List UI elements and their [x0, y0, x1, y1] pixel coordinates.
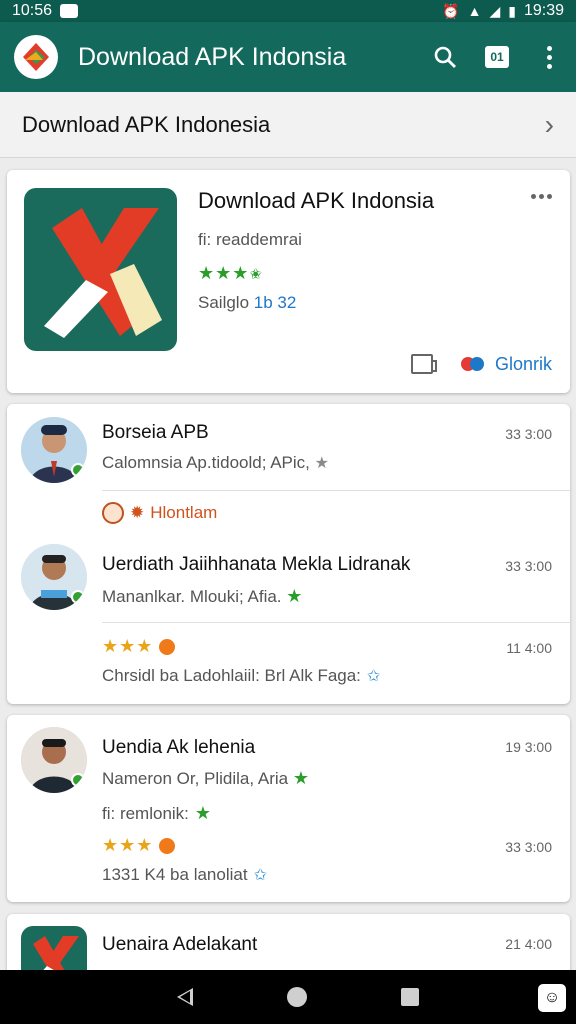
list-item-time: 33 3:00 — [505, 839, 552, 855]
list-item-time: 21 4:00 — [505, 936, 552, 952]
star-icon: ★ — [194, 803, 212, 823]
more-options-icon[interactable] — [536, 44, 562, 70]
message-notification-icon — [60, 4, 79, 18]
list-item-time: 33 3:00 — [505, 558, 552, 574]
list-item[interactable]: Uendia Ak lehenia Nameron Or, Plidila, A… — [7, 715, 570, 805]
back-icon[interactable] — [177, 988, 193, 1006]
app-drawer-icon[interactable]: 01 — [484, 44, 510, 70]
featured-rating-stars: ★★★✬ — [198, 263, 263, 283]
tag-icon — [102, 502, 124, 524]
status-time-right: 19:39 — [523, 2, 564, 19]
app-bar-title: Download APK Indonsia — [78, 42, 347, 71]
list-item-time: 19 3:00 — [505, 739, 552, 755]
avatar — [21, 417, 87, 483]
list-item-meta: Chrsidl ba Ladohlaiil: Brl Alk Faga: ✩ — [102, 666, 381, 685]
star-icon: ★ — [292, 768, 310, 788]
download-logo-icon — [460, 353, 485, 375]
avatar — [21, 544, 87, 610]
download-button-label: Glonrik — [494, 353, 552, 374]
app-list-card-2: Uendia Ak lehenia Nameron Or, Plidila, A… — [7, 715, 570, 902]
chevron-right-icon: › — [544, 108, 554, 140]
wifi-icon: ▲ — [467, 3, 482, 19]
featured-app-card[interactable]: Download APK Indonsia fi: readdemrai ★★★… — [7, 170, 570, 393]
list-item-title: Uendia Ak lehenia — [102, 737, 256, 758]
list-item[interactable]: Uerdiath Jaiihhanata Mekla Lidranak Mana… — [7, 532, 570, 626]
verified-badge-icon — [71, 773, 85, 787]
home-icon[interactable] — [287, 987, 307, 1007]
list-item-meta: 1331 K4 ba lanoliat ✩ — [102, 865, 267, 884]
download-button[interactable]: Glonrik — [460, 353, 552, 375]
battery-icon: ▮ — [508, 3, 516, 19]
avatar — [21, 727, 87, 793]
list-item-subtitle: Nameron Or, Plidila, Aria ★ — [102, 768, 310, 788]
rating-row: ★★★ — [102, 835, 176, 856]
section-header-title: Download APK Indonesia — [22, 111, 271, 137]
rating-stars: ★★★ — [102, 636, 154, 656]
signal-icon: ◢ — [489, 3, 501, 19]
featured-app-icon — [24, 188, 177, 351]
status-bar: 10:56 ⏰ ▲ ◢ ▮ 19:39 — [0, 0, 576, 22]
star-icon: ★ — [286, 586, 303, 606]
list-item-meta: fi: remlonik: ★ — [102, 803, 212, 823]
half-star-icon — [159, 638, 176, 655]
list-item-subtitle: Calomnsia Ap.tidoold; APic, ★ — [102, 453, 329, 472]
divider — [102, 490, 570, 491]
list-item[interactable]: Borseia APB Calomnsia Ap.tidoold; APic, … — [7, 404, 570, 490]
app-logo-icon — [14, 35, 58, 79]
verified-badge-icon — [71, 463, 85, 477]
list-item-time: 11 4:00 — [506, 640, 552, 656]
featured-app-developer: fi: readdemrai — [198, 230, 302, 249]
list-item-title: Uerdiath Jaiihhanata Mekla Lidranak — [102, 554, 411, 575]
list-item-title: Borseia APB — [102, 422, 209, 443]
app-list-card-1: Borseia APB Calomnsia Ap.tidoold; APic, … — [7, 404, 570, 704]
star-icon: ✩ — [253, 867, 267, 884]
search-icon[interactable] — [432, 44, 458, 70]
category-tag[interactable]: ✹ Hlontlam — [102, 502, 217, 524]
accessibility-icon[interactable]: ☺ — [538, 984, 566, 1012]
list-item-title: Uenaira Adelakant — [102, 934, 258, 955]
rating-row: ★★★ — [102, 636, 176, 657]
more-horizontal-icon[interactable] — [531, 194, 552, 199]
star-icon: ✩ — [366, 668, 381, 685]
featured-app-title: Download APK Indonsia — [198, 188, 435, 213]
system-nav-bar: ☺ — [0, 970, 576, 1024]
divider — [102, 622, 570, 623]
alarm-icon: ⏰ — [442, 3, 460, 19]
rating-stars: ★★★ — [102, 835, 154, 855]
star-icon: ★ — [314, 455, 329, 472]
list-item-subtitle: Mananlkar. Mlouki; Afia. ★ — [102, 586, 303, 606]
bookmark-icon[interactable] — [410, 354, 437, 374]
app-bar: Download APK Indonsia 01 — [0, 22, 576, 92]
star-icon: ✹ — [130, 503, 145, 522]
half-star-icon — [159, 837, 176, 854]
recent-apps-icon[interactable] — [401, 988, 419, 1006]
verified-badge-icon — [71, 590, 85, 604]
featured-app-size: Sailglo 1b 32 — [198, 293, 297, 312]
list-item-time: 33 3:00 — [505, 426, 552, 442]
section-header[interactable]: Download APK Indonesia › — [0, 92, 576, 158]
status-time-left: 10:56 — [12, 2, 53, 19]
